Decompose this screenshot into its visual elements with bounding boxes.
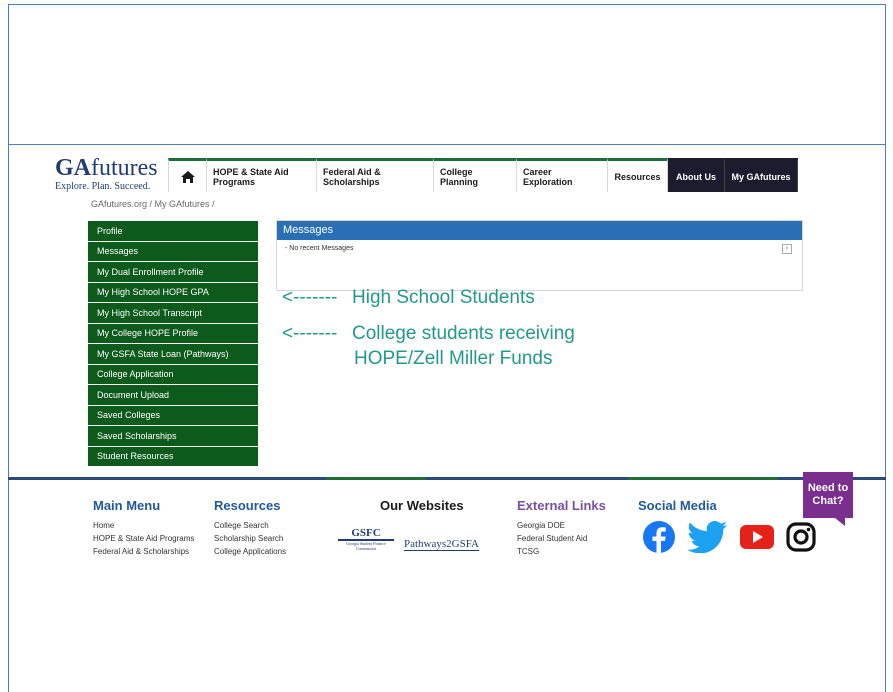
breadcrumb[interactable]: GAfutures.org / My GAfutures / <box>91 199 215 209</box>
header-divider <box>8 144 886 145</box>
site-logo[interactable]: GAfutures Explore. Plan. Succeed. <box>55 155 158 192</box>
footer-main-menu: Main Menu Home HOPE & State Aid Programs… <box>93 498 194 558</box>
home-icon <box>180 170 195 183</box>
footer-link-hope[interactable]: HOPE & State Aid Programs <box>93 532 194 545</box>
footer-resources: Resources College Search Scholarship Sea… <box>214 498 286 558</box>
sidebar-item-gsfa-loan[interactable]: My GSFA State Loan (Pathways) <box>88 344 258 364</box>
annotation-label: High School Students <box>352 287 535 308</box>
sidebar-item-profile[interactable]: Profile <box>88 221 258 241</box>
facebook-icon[interactable] <box>642 520 676 554</box>
footer-divider <box>8 477 886 480</box>
sidebar-item-document-upload[interactable]: Document Upload <box>88 385 258 405</box>
messages-empty-text: - No recent Messages <box>285 245 354 252</box>
tab-about-us[interactable]: About Us <box>668 158 725 192</box>
youtube-icon[interactable] <box>740 525 774 549</box>
footer-link-scholarship-search[interactable]: Scholarship Search <box>214 532 286 545</box>
instagram-icon[interactable] <box>786 522 816 552</box>
main-nav: HOPE & State Aid Programs Federal Aid & … <box>168 158 798 192</box>
tab-resources[interactable]: Resources <box>608 158 668 192</box>
footer-link-federal-student-aid[interactable]: Federal Student Aid <box>517 532 606 545</box>
home-tab[interactable] <box>168 158 207 192</box>
arrow-text: <------- <box>282 323 338 344</box>
annotation-label: College students receiving <box>352 323 575 344</box>
chat-line1: Need to <box>807 482 849 494</box>
logo-tagline: Explore. Plan. Succeed. <box>55 181 151 192</box>
footer-heading: External Links <box>517 498 606 513</box>
footer-social-media: Social Media <box>638 498 717 519</box>
messages-title: Messages <box>277 221 802 240</box>
sidebar-item-college-application[interactable]: College Application <box>88 364 258 384</box>
chat-line2: Chat? <box>812 495 844 507</box>
sidebar-item-saved-scholarships[interactable]: Saved Scholarships <box>88 426 258 446</box>
annotation-college-line2: HOPE/Zell Miller Funds <box>354 348 553 369</box>
chat-button[interactable]: Need to Chat? <box>803 472 853 526</box>
close-icon[interactable]: × <box>782 244 792 254</box>
footer-link-college-search[interactable]: College Search <box>214 519 286 532</box>
sidebar-item-dual-enrollment[interactable]: My Dual Enrollment Profile <box>88 262 258 282</box>
tab-my-gafutures[interactable]: My GAfutures <box>725 158 798 192</box>
account-sidebar: Profile Messages My Dual Enrollment Prof… <box>88 221 258 467</box>
tab-federal-aid[interactable]: Federal Aid & Scholarships <box>317 158 434 192</box>
footer-heading: Our Websites <box>380 498 464 513</box>
sidebar-item-student-resources[interactable]: Student Resources <box>88 446 258 466</box>
footer-external-links: External Links Georgia DOE Federal Stude… <box>517 498 606 558</box>
tab-hope-state-aid[interactable]: HOPE & State Aid Programs <box>207 158 317 192</box>
social-icons <box>642 520 816 554</box>
annotation-high-school: <------- High School Students <box>282 287 535 309</box>
footer-heading: Resources <box>214 498 281 513</box>
sidebar-item-messages[interactable]: Messages <box>88 241 258 261</box>
sidebar-item-saved-colleges[interactable]: Saved Colleges <box>88 405 258 425</box>
messages-panel: Messages - No recent Messages × <box>276 220 803 291</box>
gsfc-logo[interactable]: GSFC Georgia Student Finance Commission <box>338 527 394 551</box>
sidebar-item-hs-transcript[interactable]: My High School Transcript <box>88 303 258 323</box>
twitter-icon[interactable] <box>688 521 728 553</box>
sidebar-item-college-hope[interactable]: My College HOPE Profile <box>88 323 258 343</box>
footer-link-home[interactable]: Home <box>93 519 194 532</box>
footer-link-georgia-doe[interactable]: Georgia DOE <box>517 519 606 532</box>
tab-career-exploration[interactable]: Career Exploration <box>517 158 608 192</box>
pathways-logo[interactable]: Pathways2GSFA <box>404 538 479 551</box>
arrow-text: <------- <box>282 287 338 308</box>
footer-heading: Social Media <box>638 498 717 513</box>
footer-heading: Main Menu <box>93 498 161 513</box>
annotation-college: <------- College students receiving <box>282 323 575 345</box>
lower-frame <box>8 556 886 692</box>
logo-title: GAfutures <box>55 155 158 181</box>
tab-college-planning[interactable]: College Planning <box>434 158 517 192</box>
sidebar-item-hs-hope-gpa[interactable]: My High School HOPE GPA <box>88 282 258 302</box>
footer-our-websites: Our Websites GSFC Georgia Student Financ… <box>338 498 479 551</box>
